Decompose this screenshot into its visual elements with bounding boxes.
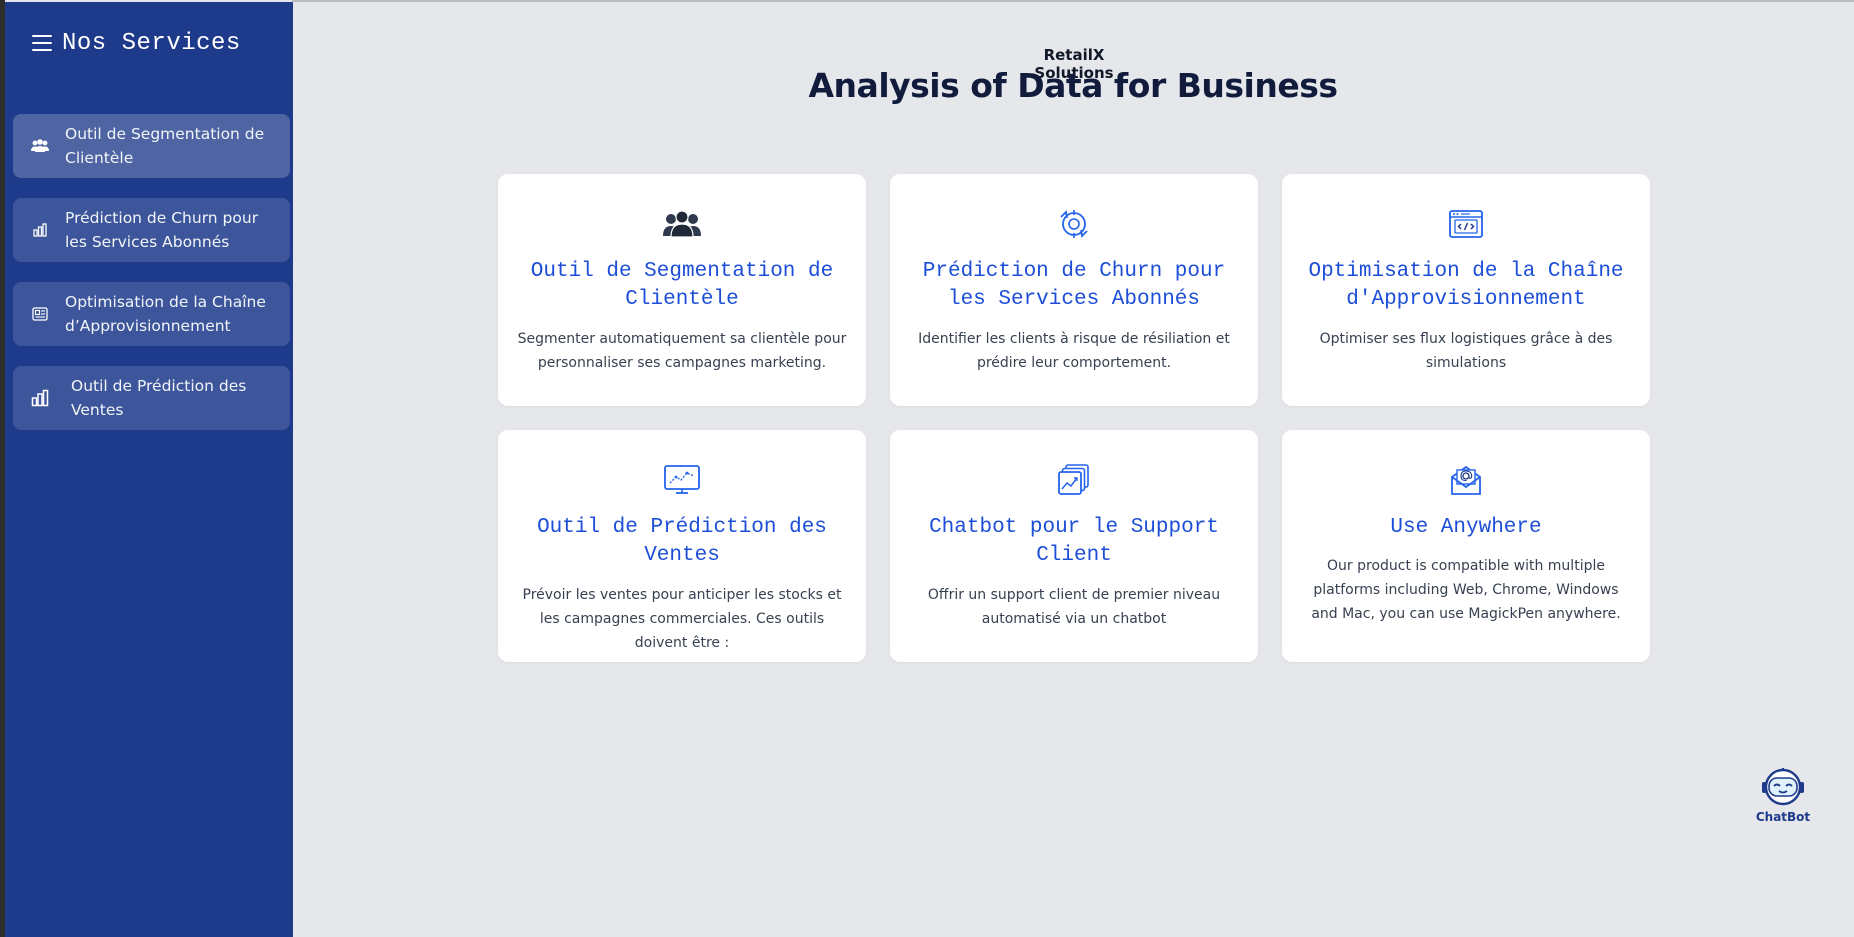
card-title: Prédiction de Churn pour les Services Ab…	[922, 260, 1226, 311]
card-description: Our product is compatible with multiple …	[1311, 558, 1621, 622]
chatbot-label: ChatBot	[1755, 810, 1811, 824]
sidebar-item-label: Outil de Prédiction des Ventes	[71, 377, 247, 419]
window-top-border	[292, 0, 1854, 2]
card-description: Optimiser ses flux logistiques grâce à d…	[1319, 331, 1613, 371]
sidebar: Nos Services Outil de Segmentation de Cl…	[5, 2, 293, 937]
sidebar-item-supply-chain[interactable]: Optimisation de la Chaîne d’Approvisionn…	[13, 282, 290, 346]
card-title: Outil de Prédiction des Ventes	[537, 516, 827, 567]
service-card-supply-chain[interactable]: Optimisation de la Chaîne d'Approvisionn…	[1282, 174, 1650, 406]
users-group-icon	[662, 206, 702, 242]
stacked-chart-icon	[1054, 462, 1094, 498]
sidebar-item-label: Outil de Segmentation de Clientèle	[65, 125, 265, 167]
card-description: Prévoir les ventes pour anticiper les st…	[522, 587, 842, 651]
sidebar-item-label: Optimisation de la Chaîne d’Approvisionn…	[65, 293, 266, 335]
service-card-use-anywhere[interactable]: Use Anywhere Our product is compatible w…	[1282, 430, 1650, 662]
service-card-sales-prediction[interactable]: Outil de Prédiction des Ventes Prévoir l…	[498, 430, 866, 662]
cycle-refresh-icon	[1054, 206, 1094, 242]
users-icon	[29, 135, 51, 157]
card-title: Outil de Segmentation de Clientèle	[530, 260, 834, 311]
card-description: Segmenter automatiquement sa clientèle p…	[517, 331, 847, 371]
newspaper-icon	[29, 303, 51, 325]
email-open-icon	[1446, 462, 1486, 498]
bar-chart-icon	[29, 219, 51, 241]
card-description: Offrir un support client de premier nive…	[927, 587, 1221, 627]
code-window-icon	[1446, 206, 1486, 242]
card-title: Use Anywhere	[1390, 516, 1542, 539]
service-card-churn[interactable]: Prédiction de Churn pour les Services Ab…	[890, 174, 1258, 406]
sidebar-item-sales-prediction[interactable]: Outil de Prédiction des Ventes	[13, 366, 290, 430]
sidebar-title: Nos Services	[62, 29, 241, 57]
sidebar-header: Nos Services	[32, 26, 241, 60]
sidebar-item-segmentation[interactable]: Outil de Segmentation de Clientèle	[13, 114, 290, 178]
bar-chart-icon	[29, 387, 51, 409]
page-title: Analysis of Data for Business	[808, 66, 1338, 105]
service-card-segmentation[interactable]: Outil de Segmentation de Clientèle Segme…	[498, 174, 866, 406]
sidebar-nav: Outil de Segmentation de Clientèle Prédi…	[13, 114, 290, 450]
card-title: Optimisation de la Chaîne d'Approvisionn…	[1308, 260, 1624, 311]
hamburger-menu-icon[interactable]	[32, 35, 52, 51]
service-card-chatbot[interactable]: Chatbot pour le Support Client Offrir un…	[890, 430, 1258, 662]
chatbot-button[interactable]: ChatBot	[1752, 766, 1814, 824]
robot-icon	[1762, 766, 1804, 806]
sidebar-item-churn[interactable]: Prédiction de Churn pour les Services Ab…	[13, 198, 290, 262]
monitor-chart-icon	[662, 462, 702, 498]
card-title: Chatbot pour le Support Client	[929, 516, 1219, 567]
card-description: Identifier les clients à risque de résil…	[918, 331, 1230, 371]
sidebar-item-label: Prédiction de Churn pour les Services Ab…	[65, 209, 259, 251]
